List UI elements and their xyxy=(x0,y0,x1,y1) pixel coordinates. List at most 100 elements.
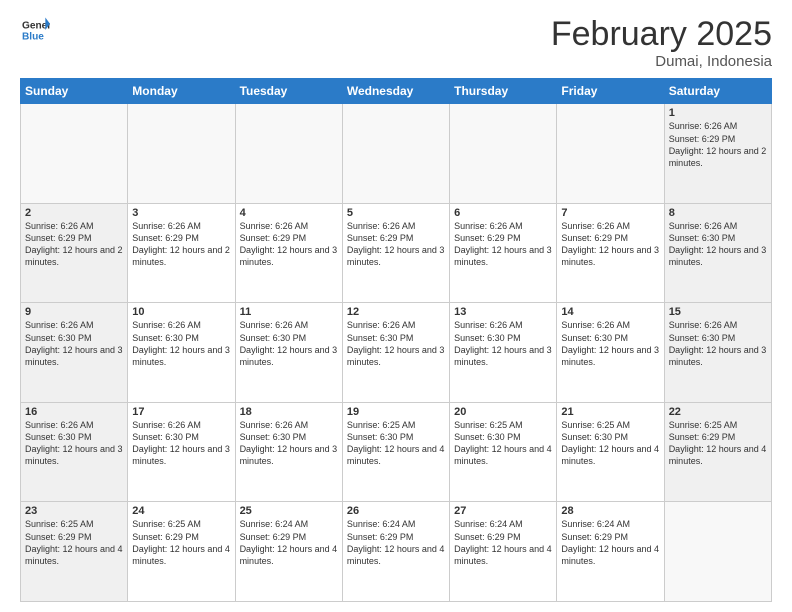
calendar-cell xyxy=(450,104,557,204)
calendar-cell: 13Sunrise: 6:26 AM Sunset: 6:30 PM Dayli… xyxy=(450,303,557,403)
col-sunday: Sunday xyxy=(21,79,128,104)
day-info: Sunrise: 6:26 AM Sunset: 6:30 PM Dayligh… xyxy=(347,319,445,368)
day-info: Sunrise: 6:25 AM Sunset: 6:29 PM Dayligh… xyxy=(132,518,230,567)
col-monday: Monday xyxy=(128,79,235,104)
calendar-week-2: 9 Sunrise: 6:26 AM Sunset: 6:30 PM Daylig… xyxy=(21,303,772,403)
day-info: Sunrise: 6:25 AM Sunset: 6:29 PM Dayligh… xyxy=(25,518,123,567)
col-thursday: Thursday xyxy=(450,79,557,104)
day-number: 24 xyxy=(132,505,230,517)
calendar-cell xyxy=(235,104,342,204)
day-info: Sunrise: 6:26 AM Sunset: 6:29 PM Dayligh… xyxy=(240,220,338,269)
day-number: 23 xyxy=(25,505,123,517)
day-info: Sunrise: 6:24 AM Sunset: 6:29 PM Dayligh… xyxy=(347,518,445,567)
calendar-cell xyxy=(21,104,128,204)
day-number: 16 xyxy=(25,406,123,418)
day-number: 18 xyxy=(240,406,338,418)
day-info: Sunrise: 6:26 AM Sunset: 6:30 PM Dayligh… xyxy=(561,319,659,368)
day-number: 20 xyxy=(454,406,552,418)
day-number: 4 xyxy=(240,207,338,219)
calendar-cell: 2Sunrise: 6:26 AM Sunset: 6:29 PM Daylig… xyxy=(21,203,128,303)
day-number: 22 xyxy=(669,406,767,418)
day-info: Sunrise: 6:26 AM Sunset: 6:29 PM Dayligh… xyxy=(347,220,445,269)
calendar-cell: 9Sunrise: 6:26 AM Sunset: 6:30 PM Daylig… xyxy=(21,303,128,403)
day-number: 21 xyxy=(561,406,659,418)
calendar-cell xyxy=(128,104,235,204)
day-number: 8 xyxy=(669,207,767,219)
day-info: Sunrise: 6:24 AM Sunset: 6:29 PM Dayligh… xyxy=(240,518,338,567)
calendar-cell: 22Sunrise: 6:25 AM Sunset: 6:29 PM Dayli… xyxy=(664,402,771,502)
calendar-cell: 10Sunrise: 6:26 AM Sunset: 6:30 PM Dayli… xyxy=(128,303,235,403)
day-info: Sunrise: 6:26 AM Sunset: 6:30 PM Dayligh… xyxy=(240,419,338,468)
calendar-body: 1Sunrise: 6:26 AM Sunset: 6:29 PM Daylig… xyxy=(21,104,772,602)
col-saturday: Saturday xyxy=(664,79,771,104)
calendar-cell: 25Sunrise: 6:24 AM Sunset: 6:29 PM Dayli… xyxy=(235,502,342,602)
calendar-cell: 19Sunrise: 6:25 AM Sunset: 6:30 PM Dayli… xyxy=(342,402,449,502)
calendar-cell: 11Sunrise: 6:26 AM Sunset: 6:30 PM Dayli… xyxy=(235,303,342,403)
calendar-cell xyxy=(342,104,449,204)
day-info: Sunrise: 6:25 AM Sunset: 6:30 PM Dayligh… xyxy=(454,419,552,468)
day-info: Sunrise: 6:25 AM Sunset: 6:30 PM Dayligh… xyxy=(561,419,659,468)
day-info: Sunrise: 6:26 AM Sunset: 6:30 PM Dayligh… xyxy=(240,319,338,368)
calendar-cell: 1Sunrise: 6:26 AM Sunset: 6:29 PM Daylig… xyxy=(664,104,771,204)
day-number: 28 xyxy=(561,505,659,517)
day-info: Sunrise: 6:26 AM Sunset: 6:30 PM Dayligh… xyxy=(454,319,552,368)
col-friday: Friday xyxy=(557,79,664,104)
day-info: Sunrise: 6:26 AM Sunset: 6:29 PM Dayligh… xyxy=(561,220,659,269)
header: General Blue February 2025 Dumai, Indone… xyxy=(20,16,772,70)
calendar-cell: 3Sunrise: 6:26 AM Sunset: 6:29 PM Daylig… xyxy=(128,203,235,303)
day-info: Sunrise: 6:26 AM Sunset: 6:30 PM Dayligh… xyxy=(132,419,230,468)
calendar-cell: 28Sunrise: 6:24 AM Sunset: 6:29 PM Dayli… xyxy=(557,502,664,602)
calendar-cell: 8Sunrise: 6:26 AM Sunset: 6:30 PM Daylig… xyxy=(664,203,771,303)
day-number: 7 xyxy=(561,207,659,219)
calendar-subtitle: Dumai, Indonesia xyxy=(551,53,772,70)
day-number: 9 xyxy=(25,306,123,318)
day-number: 3 xyxy=(132,207,230,219)
day-info: Sunrise: 6:26 AM Sunset: 6:29 PM Dayligh… xyxy=(669,120,767,169)
day-info: Sunrise: 6:26 AM Sunset: 6:29 PM Dayligh… xyxy=(454,220,552,269)
calendar-week-1: 2Sunrise: 6:26 AM Sunset: 6:29 PM Daylig… xyxy=(21,203,772,303)
day-info: Sunrise: 6:26 AM Sunset: 6:30 PM Dayligh… xyxy=(669,220,767,269)
calendar-cell: 24Sunrise: 6:25 AM Sunset: 6:29 PM Dayli… xyxy=(128,502,235,602)
day-info: Sunrise: 6:26 AM Sunset: 6:29 PM Dayligh… xyxy=(25,220,123,269)
calendar-cell: 20Sunrise: 6:25 AM Sunset: 6:30 PM Dayli… xyxy=(450,402,557,502)
day-number: 12 xyxy=(347,306,445,318)
day-info: Sunrise: 6:26 AM Sunset: 6:30 PM Dayligh… xyxy=(132,319,230,368)
calendar-cell xyxy=(557,104,664,204)
calendar-week-0: 1Sunrise: 6:26 AM Sunset: 6:29 PM Daylig… xyxy=(21,104,772,204)
day-number: 19 xyxy=(347,406,445,418)
day-info: Sunrise: 6:24 AM Sunset: 6:29 PM Dayligh… xyxy=(561,518,659,567)
calendar-cell: 15Sunrise: 6:26 AM Sunset: 6:30 PM Dayli… xyxy=(664,303,771,403)
day-info: Sunrise: 6:25 AM Sunset: 6:29 PM Dayligh… xyxy=(669,419,767,468)
day-number: 15 xyxy=(669,306,767,318)
col-wednesday: Wednesday xyxy=(342,79,449,104)
calendar-week-4: 23Sunrise: 6:25 AM Sunset: 6:29 PM Dayli… xyxy=(21,502,772,602)
calendar-header-row: Sunday Monday Tuesday Wednesday Thursday… xyxy=(21,79,772,104)
day-number: 1 xyxy=(669,107,767,119)
calendar-cell: 6Sunrise: 6:26 AM Sunset: 6:29 PM Daylig… xyxy=(450,203,557,303)
day-number: 10 xyxy=(132,306,230,318)
day-info: Sunrise: 6:25 AM Sunset: 6:30 PM Dayligh… xyxy=(347,419,445,468)
calendar-cell: 4Sunrise: 6:26 AM Sunset: 6:29 PM Daylig… xyxy=(235,203,342,303)
title-block: February 2025 Dumai, Indonesia xyxy=(551,16,772,70)
day-number: 17 xyxy=(132,406,230,418)
calendar-cell: 7Sunrise: 6:26 AM Sunset: 6:29 PM Daylig… xyxy=(557,203,664,303)
day-number: 26 xyxy=(347,505,445,517)
day-number: 5 xyxy=(347,207,445,219)
day-number: 13 xyxy=(454,306,552,318)
calendar-cell: 16Sunrise: 6:26 AM Sunset: 6:30 PM Dayli… xyxy=(21,402,128,502)
page: General Blue February 2025 Dumai, Indone… xyxy=(0,0,792,612)
day-number: 6 xyxy=(454,207,552,219)
calendar-table: Sunday Monday Tuesday Wednesday Thursday… xyxy=(20,78,772,602)
logo-icon: General Blue xyxy=(22,16,50,44)
day-number: 2 xyxy=(25,207,123,219)
calendar-cell xyxy=(664,502,771,602)
calendar-cell: 17Sunrise: 6:26 AM Sunset: 6:30 PM Dayli… xyxy=(128,402,235,502)
day-number: 14 xyxy=(561,306,659,318)
day-number: 25 xyxy=(240,505,338,517)
calendar-cell: 12Sunrise: 6:26 AM Sunset: 6:30 PM Dayli… xyxy=(342,303,449,403)
calendar-cell: 23Sunrise: 6:25 AM Sunset: 6:29 PM Dayli… xyxy=(21,502,128,602)
day-info: Sunrise: 6:26 AM Sunset: 6:30 PM Dayligh… xyxy=(25,419,123,468)
calendar-cell: 27Sunrise: 6:24 AM Sunset: 6:29 PM Dayli… xyxy=(450,502,557,602)
logo: General Blue xyxy=(20,16,50,49)
calendar-cell: 5Sunrise: 6:26 AM Sunset: 6:29 PM Daylig… xyxy=(342,203,449,303)
